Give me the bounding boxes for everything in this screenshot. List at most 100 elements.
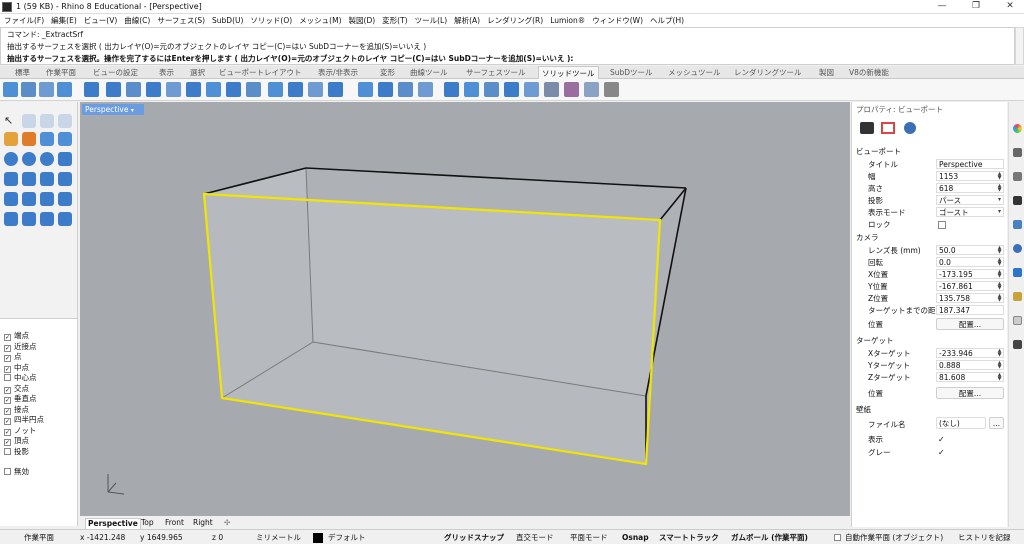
- tab-mesh-tools[interactable]: メッシュツール: [668, 66, 721, 79]
- point-icon[interactable]: [22, 114, 36, 128]
- record-history-toggle[interactable]: ヒストリを記録: [958, 532, 1011, 543]
- command-prompt[interactable]: 抽出するサーフェスを選択。操作を完了するにはEnterを押します ( 出力レイヤ…: [7, 53, 573, 64]
- rotation-field[interactable]: 0.0 ▲ ▼: [936, 257, 1004, 267]
- browse-button[interactable]: ...: [989, 417, 1004, 429]
- tab-set-view[interactable]: ビューの設定: [93, 66, 138, 79]
- polyline-icon[interactable]: [40, 114, 54, 128]
- osnap-knot[interactable]: ✓ ノット: [4, 426, 36, 437]
- tab-solid-tools[interactable]: ソリッドツール: [538, 66, 599, 79]
- named-views-icon[interactable]: [1013, 340, 1022, 349]
- cone-icon[interactable]: [4, 172, 18, 186]
- solid-tool-icon[interactable]: [3, 82, 18, 97]
- x-pos-field[interactable]: -173.195 ▲ ▼: [936, 269, 1004, 279]
- tab-drafting[interactable]: 製図: [819, 66, 834, 79]
- menu-render[interactable]: レンダリング(R): [487, 16, 543, 25]
- menu-solid[interactable]: ソリッド(O): [250, 16, 292, 25]
- solid-tool-icon[interactable]: [84, 82, 99, 97]
- solid-tool-icon[interactable]: [358, 82, 373, 97]
- environment-icon[interactable]: [1013, 268, 1022, 277]
- menu-curve[interactable]: 曲線(C): [124, 16, 150, 25]
- solid-tool-icon[interactable]: [57, 82, 72, 97]
- grid-snap-toggle[interactable]: グリッドスナップ: [444, 532, 504, 543]
- camera-icon[interactable]: [860, 122, 874, 134]
- title-field[interactable]: Perspective: [936, 159, 1004, 169]
- solid-tool-icon[interactable]: [126, 82, 141, 97]
- command-scrollbar[interactable]: [1015, 27, 1024, 65]
- osnap-toggle[interactable]: Osnap: [622, 532, 649, 543]
- solid-tool-icon[interactable]: [464, 82, 479, 97]
- autocplane-checkbox[interactable]: [834, 534, 841, 541]
- spinner-icon[interactable]: ▲ ▼: [996, 172, 1003, 180]
- smarttrack-toggle[interactable]: スマートトラック: [659, 532, 719, 543]
- tab-subd-tools[interactable]: SubDツール: [610, 66, 653, 79]
- spinner-icon[interactable]: ▲ ▼: [996, 184, 1003, 192]
- tab-right[interactable]: Right: [193, 518, 213, 528]
- display-mode-select[interactable]: ゴースト ▾: [936, 207, 1004, 217]
- command-history[interactable]: コマンド: _ExtractSrf 抽出するサーフェスを選択 ( 出力レイヤ(O…: [0, 27, 1015, 65]
- solid-tool-icon[interactable]: [328, 82, 343, 97]
- chamfer-icon[interactable]: [22, 212, 36, 226]
- pyramid-icon[interactable]: [22, 172, 36, 186]
- tab-standard[interactable]: 標準: [15, 66, 30, 79]
- menu-tools[interactable]: ツール(L): [415, 16, 448, 25]
- solid-tool-icon[interactable]: [186, 82, 201, 97]
- place-camera-button[interactable]: 配置...: [936, 318, 1004, 330]
- checkbox[interactable]: ✓: [4, 386, 11, 394]
- solid-tool-icon[interactable]: [39, 82, 54, 97]
- solid-tool-icon[interactable]: [206, 82, 221, 97]
- solid-tool-icon[interactable]: [504, 82, 519, 97]
- materials-icon[interactable]: [1013, 220, 1022, 229]
- y-target-field[interactable]: 0.888 ▲ ▼: [936, 360, 1004, 370]
- chevron-down-icon[interactable]: ▾: [131, 107, 134, 114]
- render-icon[interactable]: [1013, 244, 1022, 253]
- spinner-icon[interactable]: ▲ ▼: [996, 373, 1003, 381]
- pipe-icon[interactable]: [22, 192, 36, 206]
- gray-checkbox[interactable]: ✓: [938, 449, 945, 457]
- y-pos-field[interactable]: -167.861 ▲ ▼: [936, 281, 1004, 291]
- ellipsoid-icon[interactable]: [22, 152, 36, 166]
- spinner-icon[interactable]: ▲ ▼: [996, 246, 1003, 254]
- cap-icon[interactable]: [58, 212, 72, 226]
- tab-viewport-layout[interactable]: ビューポートレイアウト: [219, 66, 302, 79]
- solid-tool-icon[interactable]: [584, 82, 599, 97]
- planar-toggle[interactable]: 平面モード: [570, 532, 608, 543]
- display-icon[interactable]: [1013, 196, 1022, 205]
- torus-icon[interactable]: [40, 152, 54, 166]
- tab-render-tools[interactable]: レンダリングツール: [734, 66, 802, 79]
- z-pos-field[interactable]: 135.758 ▲ ▼: [936, 293, 1004, 303]
- lights-icon[interactable]: [1013, 292, 1022, 301]
- solid-tool-icon[interactable]: [604, 82, 619, 97]
- curve-icon[interactable]: [58, 114, 72, 128]
- menu-edit[interactable]: 編集(E): [51, 16, 77, 25]
- tube-icon[interactable]: [58, 172, 72, 186]
- solid-tool-icon[interactable]: [398, 82, 413, 97]
- menu-window[interactable]: ウィンドウ(W): [592, 16, 643, 25]
- solid-tool-icon[interactable]: [268, 82, 283, 97]
- menu-mesh[interactable]: メッシュ(M): [299, 16, 341, 25]
- chevron-down-icon[interactable]: ▾: [996, 208, 1003, 216]
- solid-icon[interactable]: [58, 132, 72, 146]
- layer-label[interactable]: デフォルト: [328, 532, 366, 543]
- solid-tool-icon[interactable]: [226, 82, 241, 97]
- solid-tool-icon[interactable]: [444, 82, 459, 97]
- solid-tool-icon[interactable]: [524, 82, 539, 97]
- osnap-end[interactable]: ✓ 端点: [4, 331, 29, 342]
- checkbox[interactable]: [4, 447, 11, 455]
- osnap-perpendicular[interactable]: ✓ 垂直点: [4, 394, 37, 405]
- solid-tool-icon[interactable]: [378, 82, 393, 97]
- snapshots-icon[interactable]: [1013, 316, 1022, 325]
- osnap-vertex[interactable]: ✓ 頂点: [4, 436, 29, 447]
- lock-checkbox[interactable]: [938, 221, 946, 229]
- viewport-canvas[interactable]: [80, 102, 850, 516]
- osnap-mid[interactable]: ✓ 中点: [4, 363, 29, 374]
- properties-icon[interactable]: [1013, 172, 1022, 181]
- checkbox[interactable]: ✓: [4, 418, 11, 425]
- checkbox[interactable]: ✓: [4, 355, 11, 362]
- extrude-icon[interactable]: [40, 192, 54, 206]
- checkbox[interactable]: ✓: [4, 397, 11, 404]
- tab-cplanes[interactable]: 作業平面: [46, 66, 76, 79]
- height-field[interactable]: 618 ▲ ▼: [936, 183, 1004, 193]
- tab-top[interactable]: Top: [141, 518, 154, 528]
- osnap-project[interactable]: 投影: [4, 447, 29, 458]
- checkbox[interactable]: [4, 374, 11, 381]
